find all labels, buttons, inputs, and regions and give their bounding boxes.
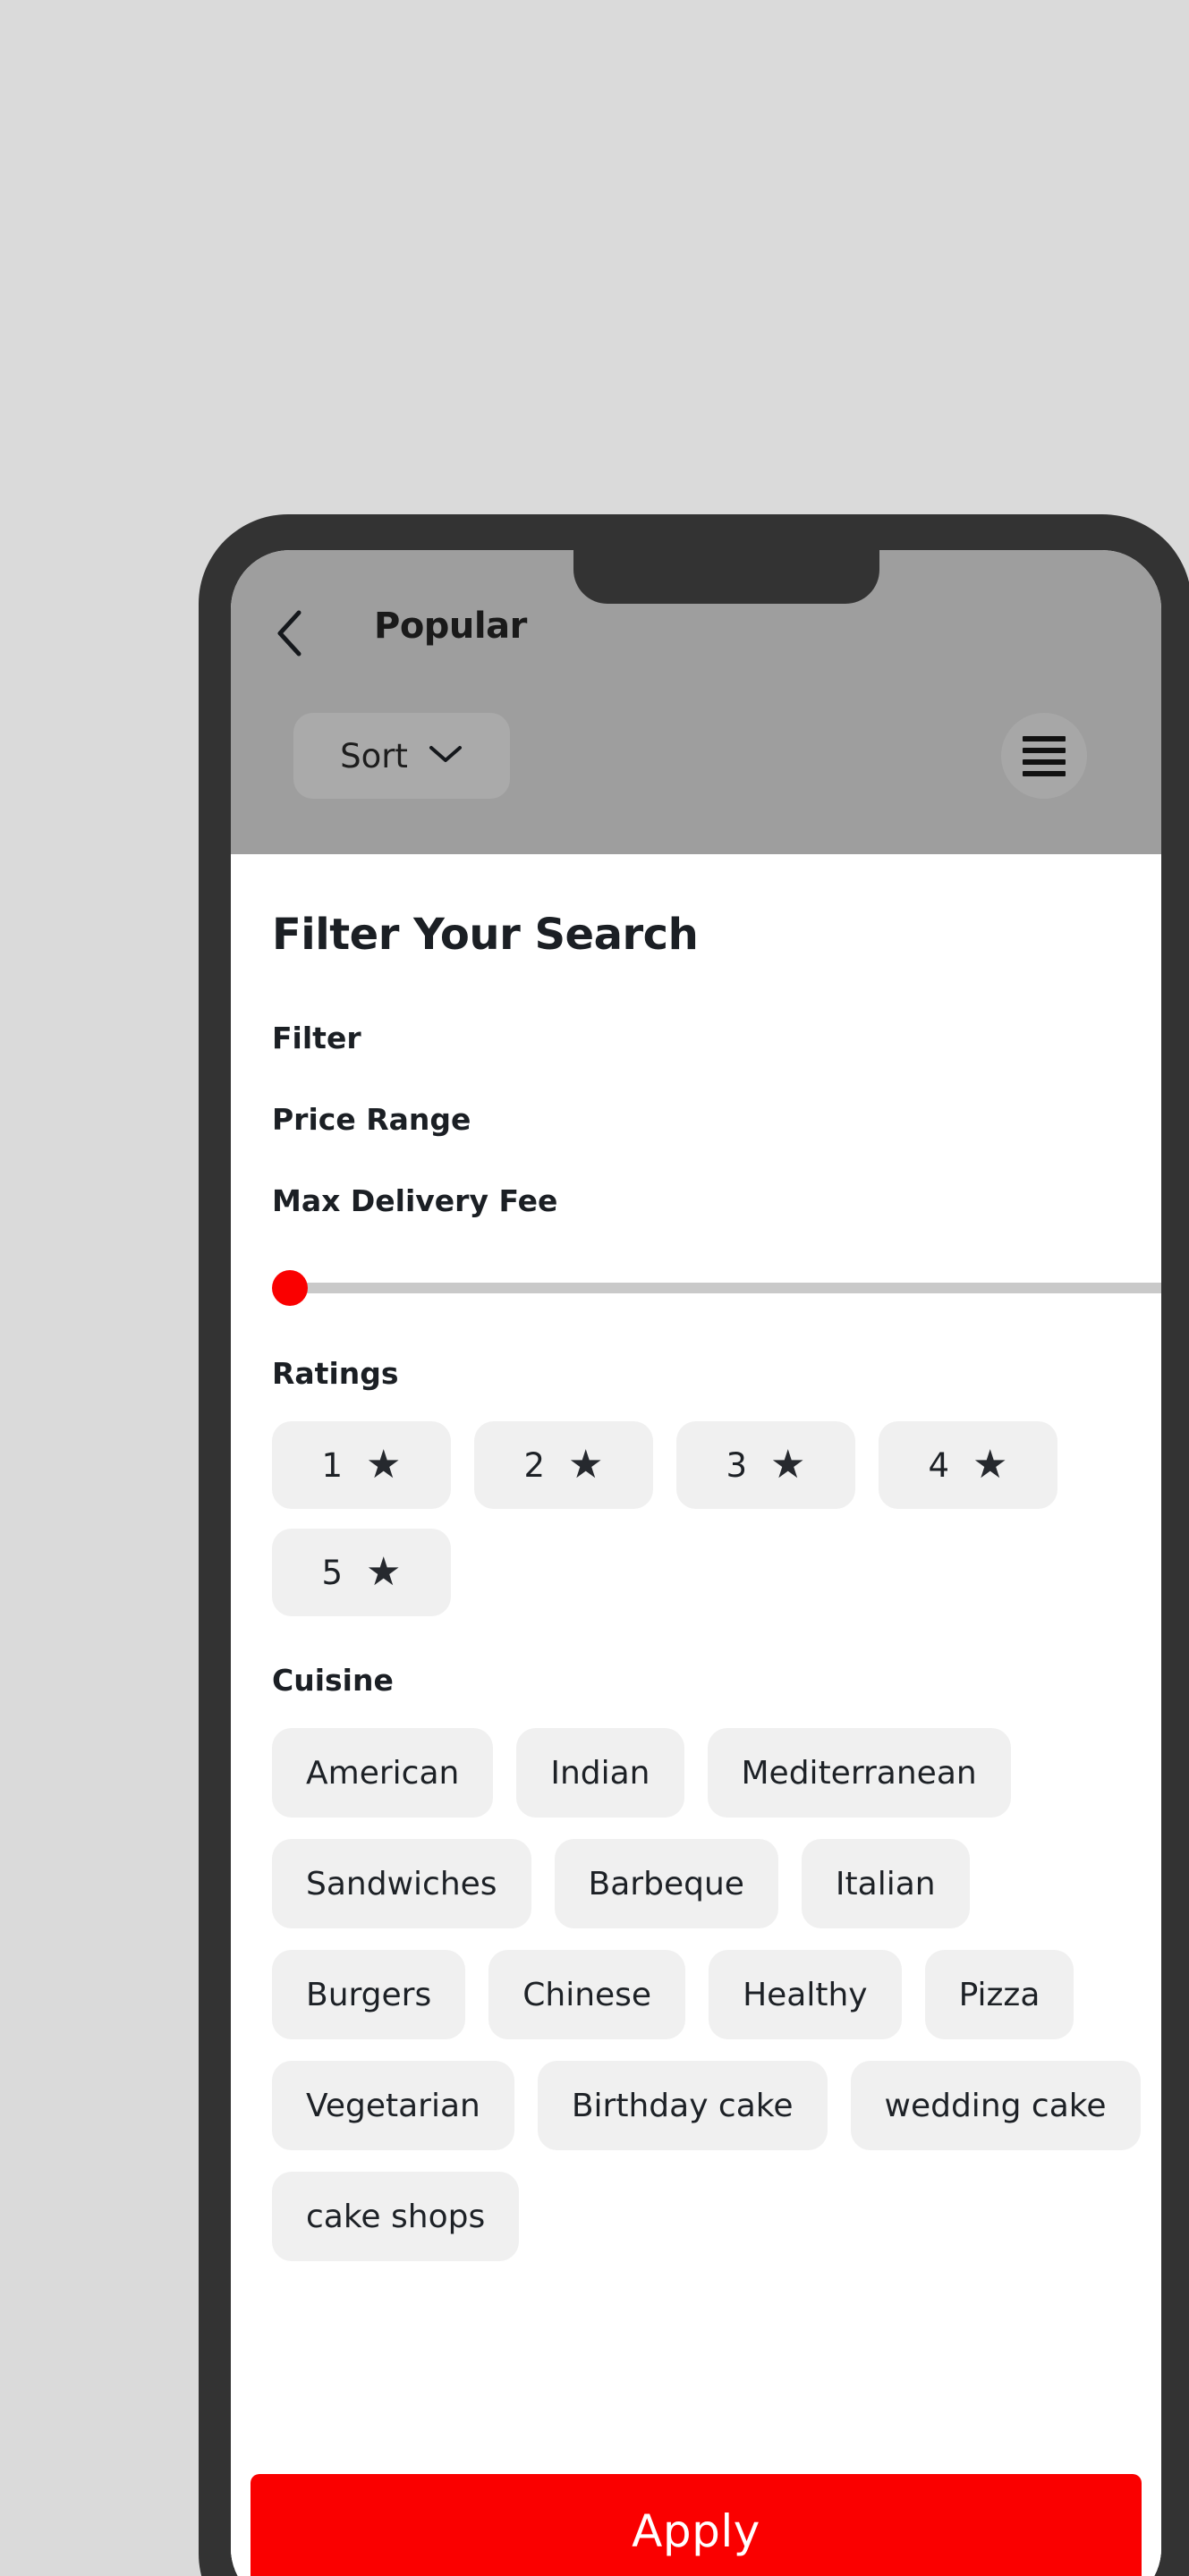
rating-value: 3: [726, 1445, 748, 1485]
cuisine-chip[interactable]: Burgers: [272, 1950, 466, 2039]
slider-thumb[interactable]: [272, 1270, 308, 1306]
cuisine-chip[interactable]: Italian: [801, 1839, 970, 1928]
section-label-cuisine: Cuisine: [272, 1663, 394, 1698]
section-label-filter: Filter: [272, 1021, 361, 1055]
cuisine-chip[interactable]: Chinese: [488, 1950, 686, 2039]
rating-chip[interactable]: 1 ★: [272, 1421, 451, 1509]
hamburger-menu-icon[interactable]: [1001, 713, 1087, 799]
rating-value: 5: [321, 1553, 344, 1592]
rating-value: 2: [523, 1445, 546, 1485]
dimmed-app-background: Popular Sort: [231, 550, 1161, 854]
filter-sheet-title: Filter Your Search: [272, 910, 699, 960]
apply-bar: Apply: [231, 2455, 1161, 2576]
cuisine-chip[interactable]: Indian: [516, 1728, 684, 1818]
rating-chip[interactable]: 3 ★: [676, 1421, 855, 1509]
section-label-max-delivery-fee: Max Delivery Fee: [272, 1183, 558, 1218]
page-title: Popular: [374, 606, 527, 647]
back-button[interactable]: [268, 610, 310, 657]
sort-label: Sort: [340, 736, 408, 775]
rating-chip[interactable]: 4 ★: [879, 1421, 1057, 1509]
cuisine-chip[interactable]: American: [272, 1728, 494, 1818]
rating-chip[interactable]: 2 ★: [474, 1421, 653, 1509]
cuisine-chip[interactable]: Pizza: [924, 1950, 1074, 2039]
star-icon: ★: [366, 1442, 402, 1487]
star-icon: ★: [568, 1442, 604, 1487]
cuisine-chip[interactable]: Vegetarian: [272, 2061, 514, 2150]
max-delivery-fee-slider[interactable]: [272, 1263, 1161, 1309]
rating-chip[interactable]: 5 ★: [272, 1529, 451, 1616]
cuisine-chip-list: American Indian Mediterranean Sandwiches Bar…: [272, 1728, 1161, 2261]
sort-dropdown[interactable]: Sort: [293, 713, 510, 799]
ratings-chip-list: 1 ★ 2 ★ 3 ★ 4 ★ 5 ★: [272, 1421, 1120, 1616]
cuisine-chip[interactable]: Birthday cake: [537, 2061, 828, 2150]
section-label-ratings: Ratings: [272, 1356, 399, 1391]
phone-notch: [573, 550, 879, 604]
filter-modal-sheet: Filter Your Search Filter Price Range Ma…: [231, 854, 1161, 2576]
rating-value: 1: [321, 1445, 344, 1485]
chevron-down-icon: [428, 743, 463, 768]
star-icon: ★: [770, 1442, 806, 1487]
cuisine-chip[interactable]: wedding cake: [850, 2061, 1141, 2150]
apply-button[interactable]: Apply: [251, 2474, 1142, 2576]
cuisine-chip[interactable]: Sandwiches: [272, 1839, 531, 1928]
star-icon: ★: [972, 1442, 1008, 1487]
slider-track[interactable]: [290, 1283, 1161, 1293]
chevron-left-icon: [274, 609, 304, 657]
cuisine-chip[interactable]: Healthy: [709, 1950, 902, 2039]
cuisine-chip[interactable]: cake shops: [272, 2172, 520, 2261]
rating-value: 4: [928, 1445, 950, 1485]
star-icon: ★: [366, 1549, 402, 1595]
filter-sheet-scroll-area[interactable]: Filter Your Search Filter Price Range Ma…: [231, 854, 1161, 2455]
screenshot-root: Popular Sort Filter Your Search Filter P…: [0, 0, 1189, 2576]
phone-screen: Popular Sort Filter Your Search Filter P…: [231, 550, 1161, 2576]
cuisine-chip[interactable]: Barbeque: [554, 1839, 778, 1928]
section-label-price-range: Price Range: [272, 1102, 471, 1137]
cuisine-chip[interactable]: Mediterranean: [707, 1728, 1011, 1818]
